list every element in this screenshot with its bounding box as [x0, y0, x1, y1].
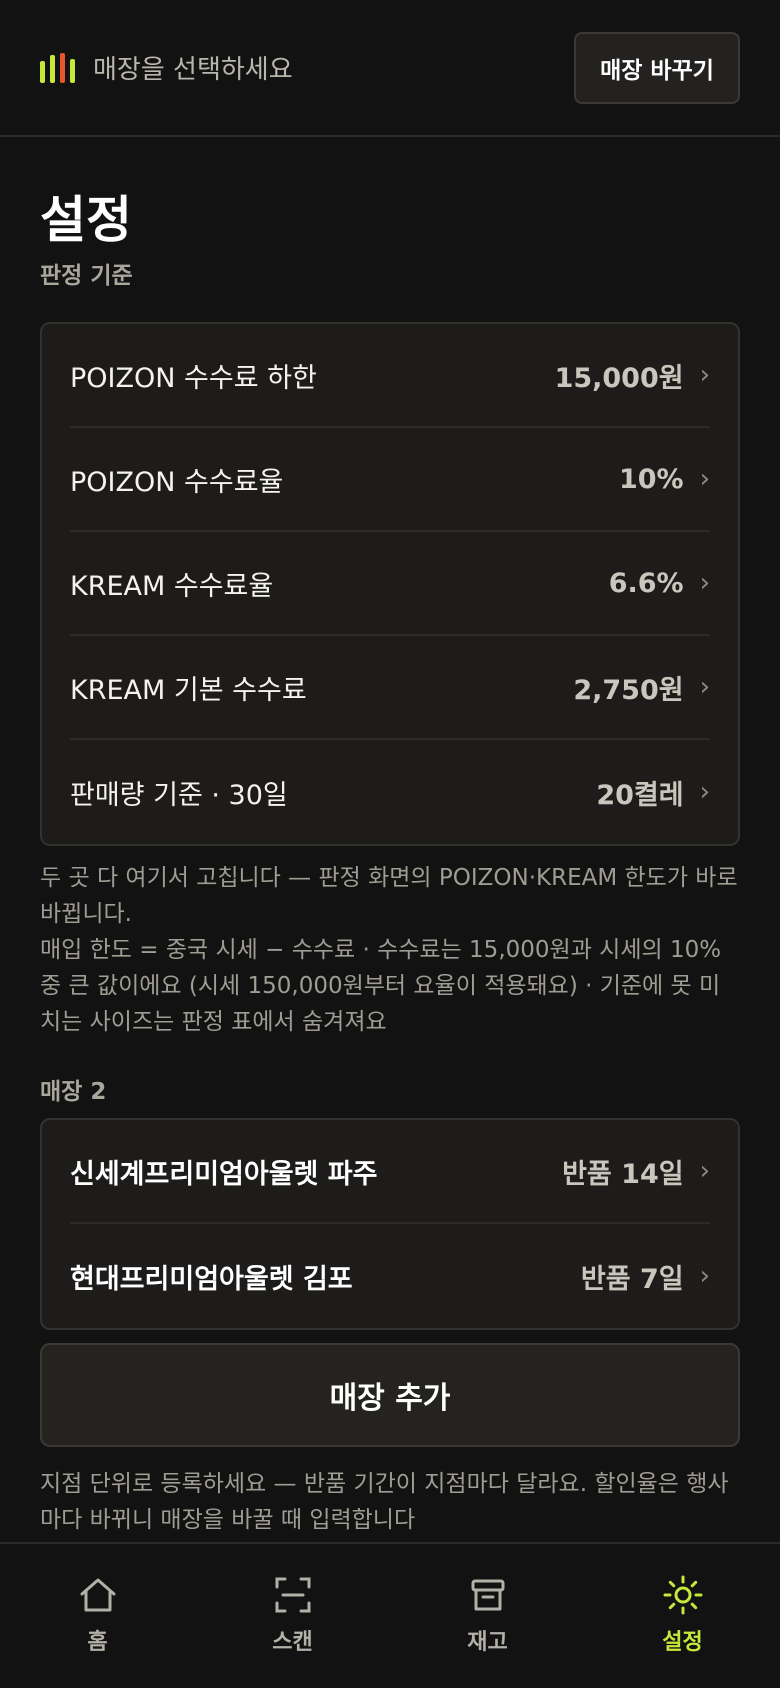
- store-name: 현대프리미엄아울렛 김포: [70, 1263, 353, 1295]
- nav-item-scan[interactable]: 스캔: [195, 1544, 390, 1688]
- help-line: 매입 한도 = 중국 시세 − 수수료 · 수수료는 15,000원과 시세의 …: [40, 937, 722, 1035]
- app-logo-icon: [40, 52, 75, 83]
- chevron-right-icon: ›: [699, 672, 710, 702]
- nav-label: 스캔: [272, 1630, 313, 1655]
- setting-row-poizon-fee-rate[interactable]: POIZON 수수료율 10% ›: [70, 428, 710, 532]
- change-store-button[interactable]: 매장 바꾸기: [574, 31, 740, 104]
- store-name: 신세계프리미엄아울렛 파주: [70, 1158, 378, 1190]
- nav-item-inventory[interactable]: 재고: [390, 1544, 585, 1688]
- setting-value: 20켤레: [596, 779, 684, 811]
- setting-value: 15,000원: [554, 362, 684, 394]
- chevron-right-icon: ›: [699, 1156, 710, 1186]
- store-row[interactable]: 현대프리미엄아울렛 김포 반품 7일 ›: [70, 1224, 710, 1328]
- setting-row-poizon-fee-min[interactable]: POIZON 수수료 하한 15,000원 ›: [70, 324, 710, 428]
- setting-value: 10%: [618, 463, 684, 495]
- chevron-right-icon: ›: [699, 360, 710, 390]
- setting-value: 2,750원: [573, 674, 684, 706]
- setting-value: 6.6%: [608, 567, 684, 599]
- judgement-help-text: 두 곳 다 여기서 고칩니다 — 판정 화면의 POIZON·KREAM 한도가…: [40, 860, 740, 1040]
- settings-sun-icon: [663, 1575, 702, 1615]
- chevron-right-icon: ›: [699, 568, 710, 598]
- setting-row-kream-fee-rate[interactable]: KREAM 수수료율 6.6% ›: [70, 532, 710, 636]
- app-header: 매장을 선택하세요 매장 바꾸기: [0, 0, 780, 137]
- store-row[interactable]: 신세계프리미엄아울렛 파주 반품 14일 ›: [70, 1120, 710, 1224]
- store-prompt: 매장을 선택하세요: [93, 55, 293, 85]
- setting-label: POIZON 수수료율: [70, 466, 284, 498]
- stores-card: 신세계프리미엄아울렛 파주 반품 14일 › 현대프리미엄아울렛 김포 반품 7…: [40, 1118, 740, 1330]
- page-title: 설정: [40, 191, 132, 249]
- nav-item-home[interactable]: 홈: [0, 1544, 195, 1688]
- setting-label: KREAM 수수료율: [70, 570, 274, 602]
- bottom-nav: 홈 스캔 재고 설정: [0, 1542, 780, 1688]
- scan-icon: [275, 1577, 310, 1613]
- chevron-right-icon: ›: [699, 1261, 710, 1291]
- help-line: 두 곳 다 여기서 고칩니다 — 판정 화면의 POIZON·KREAM 한도가…: [40, 865, 738, 927]
- setting-label: KREAM 기본 수수료: [70, 674, 307, 706]
- setting-label: POIZON 수수료 하한: [70, 362, 317, 394]
- chevron-right-icon: ›: [699, 777, 710, 807]
- stores-help-text: 지점 단위로 등록하세요 — 반품 기간이 지점마다 달라요. 할인율은 행사마…: [40, 1471, 729, 1533]
- chevron-right-icon: ›: [699, 464, 710, 494]
- judgement-section-label: 판정 기준: [40, 263, 133, 289]
- inventory-box-icon: [471, 1579, 504, 1611]
- setting-row-kream-base-fee[interactable]: KREAM 기본 수수료 2,750원 ›: [70, 636, 710, 740]
- store-return-period: 반품 14일: [562, 1158, 684, 1190]
- add-store-button[interactable]: 매장 추가: [40, 1343, 740, 1447]
- judgement-criteria-card: POIZON 수수료 하한 15,000원 › POIZON 수수료율 10% …: [40, 322, 740, 846]
- settings-page: 매장을 선택하세요 매장 바꾸기 설정 판정 기준 POIZON 수수료 하한 …: [0, 0, 780, 1688]
- stores-section-label: 매장 2: [40, 1079, 107, 1105]
- store-return-period: 반품 7일: [580, 1263, 684, 1295]
- setting-label: 판매량 기준 · 30일: [70, 779, 288, 811]
- nav-label: 재고: [467, 1630, 508, 1655]
- home-icon: [80, 1578, 115, 1612]
- nav-label: 홈: [87, 1630, 108, 1655]
- setting-row-sales-volume[interactable]: 판매량 기준 · 30일 20켤레 ›: [70, 740, 710, 844]
- nav-item-settings[interactable]: 설정: [585, 1544, 780, 1688]
- nav-label: 설정: [662, 1630, 703, 1655]
- store-selector[interactable]: 매장을 선택하세요: [40, 49, 293, 86]
